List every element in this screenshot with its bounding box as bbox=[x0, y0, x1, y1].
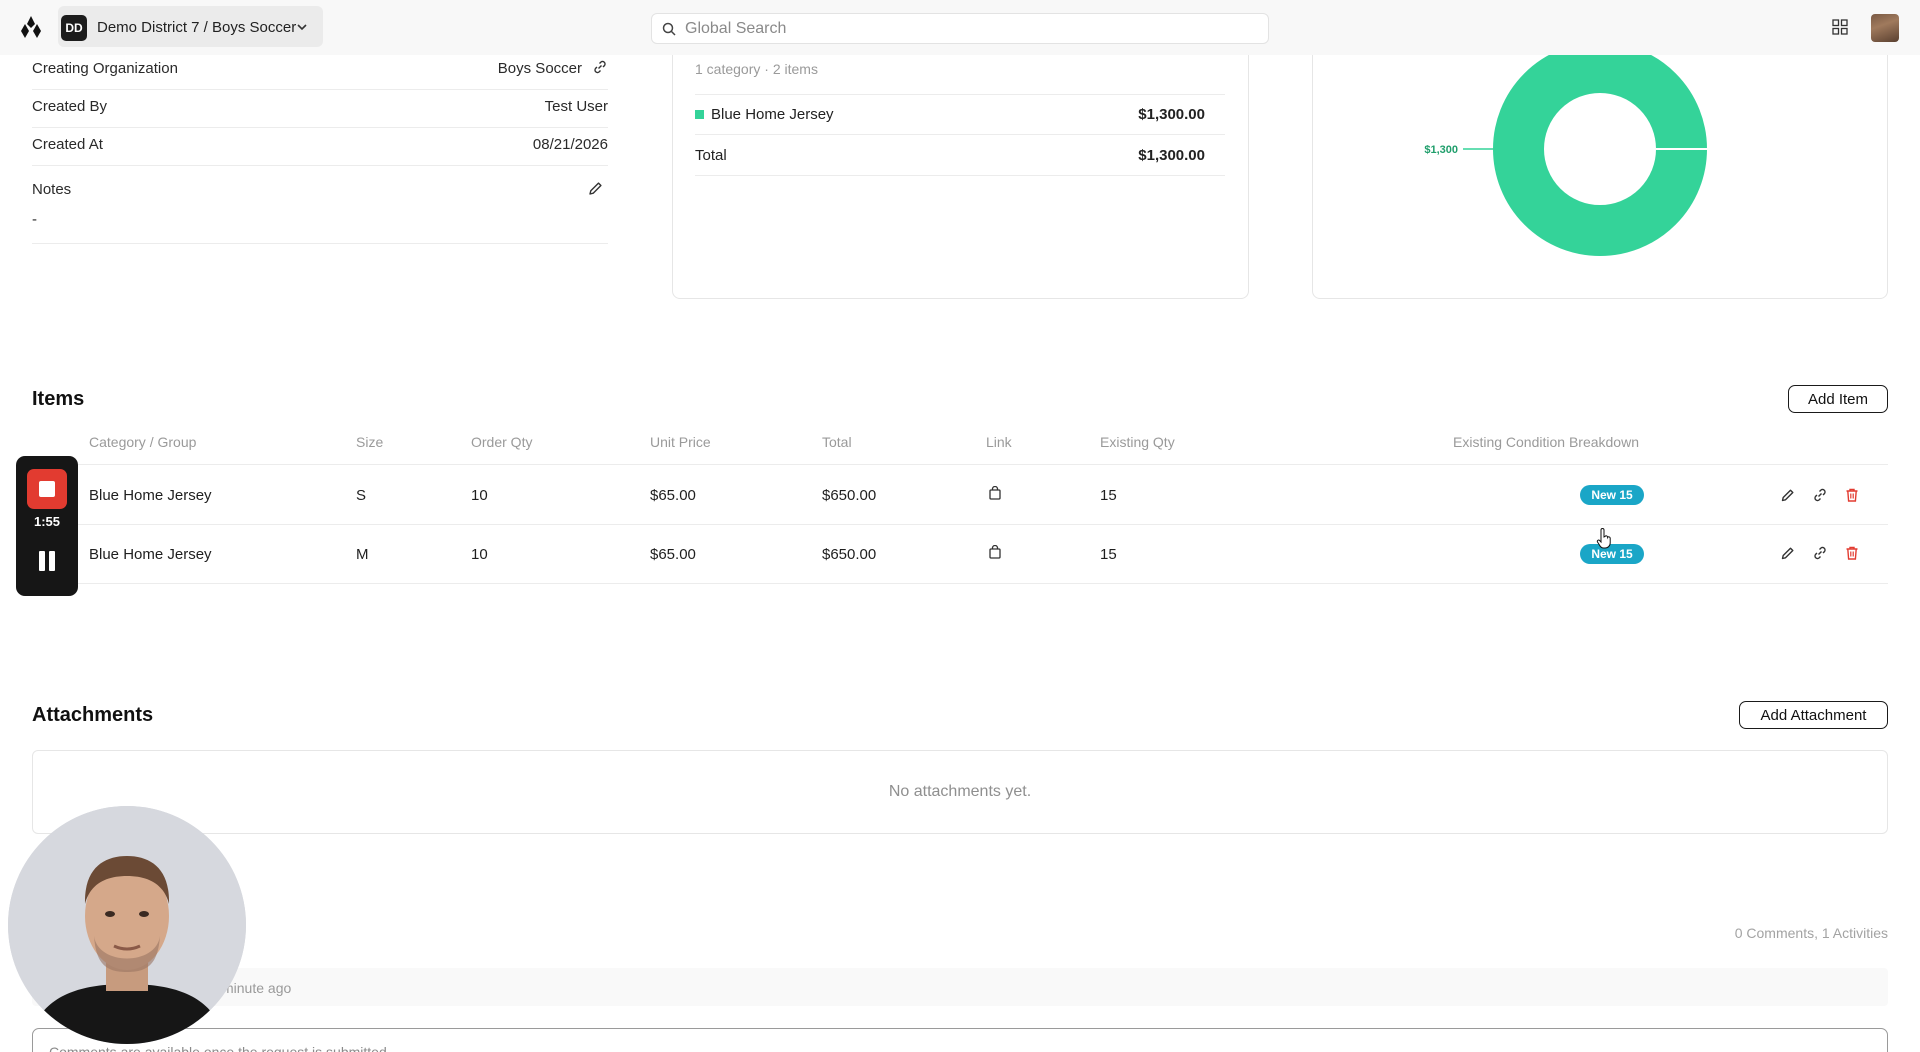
detail-row-created-at: Created At 08/21/2026 bbox=[32, 128, 608, 166]
search-input[interactable] bbox=[685, 18, 1245, 40]
budget-breakdown-card: 1 category · 2 items Blue Home Jersey $1… bbox=[672, 20, 1249, 299]
link-icon[interactable] bbox=[1812, 487, 1828, 503]
notes-value: - bbox=[32, 211, 37, 228]
activity-entry: minute ago bbox=[32, 968, 1888, 1006]
delete-icon[interactable] bbox=[1844, 545, 1860, 561]
link-icon[interactable] bbox=[1812, 545, 1828, 561]
slice-label: $1,300 bbox=[1424, 144, 1458, 156]
stop-recording-button[interactable] bbox=[27, 469, 67, 509]
condition-badge: New 15 bbox=[1580, 485, 1644, 505]
col-header-unit-price: Unit Price bbox=[650, 434, 711, 450]
edit-icon[interactable] bbox=[1780, 545, 1796, 561]
budget-category-amount: $1,300.00 bbox=[1138, 106, 1205, 123]
divider bbox=[695, 175, 1225, 176]
activity-counts: 0 Comments, 1 Activities bbox=[1734, 925, 1888, 941]
apps-grid-icon[interactable] bbox=[1832, 19, 1848, 35]
item-size: S bbox=[356, 487, 367, 504]
budget-category-name: Blue Home Jersey bbox=[711, 106, 834, 123]
donut-chart: $1,300 bbox=[1424, 42, 1707, 256]
divider bbox=[32, 524, 1888, 525]
webcam-bubble[interactable] bbox=[8, 806, 246, 1044]
screen-recorder-controls: 1:55 bbox=[16, 456, 78, 596]
delete-icon[interactable] bbox=[1844, 487, 1860, 503]
col-header-category: Category / Group bbox=[89, 434, 197, 450]
divider bbox=[32, 464, 1888, 465]
detail-label: Created At bbox=[32, 136, 103, 153]
request-details: Creating Organization Boys Soccer Create… bbox=[32, 52, 608, 244]
org-name: Demo District 7 / Boys Soccer bbox=[97, 19, 297, 36]
pause-icon[interactable] bbox=[38, 551, 56, 571]
budget-total-label: Total bbox=[695, 147, 727, 164]
attachments-empty-state: No attachments yet. bbox=[888, 783, 1032, 800]
chevron-down-icon bbox=[297, 24, 307, 31]
item-unit-price: $65.00 bbox=[650, 546, 696, 563]
col-header-order-qty: Order Qty bbox=[471, 434, 533, 450]
comment-input[interactable]: Comments are available once the request … bbox=[32, 1028, 1888, 1052]
item-existing-qty: 15 bbox=[1100, 546, 1117, 563]
app-logo-icon[interactable] bbox=[20, 15, 42, 39]
col-header-total: Total bbox=[822, 434, 852, 450]
detail-row-created-by: Created By Test User bbox=[32, 90, 608, 128]
item-order-qty: 10 bbox=[471, 546, 488, 563]
budget-summary: 1 category · 2 items bbox=[695, 61, 818, 77]
search-icon bbox=[662, 22, 676, 36]
add-attachment-button[interactable]: Add Attachment bbox=[1739, 701, 1888, 729]
edit-icon[interactable] bbox=[1780, 487, 1796, 503]
col-header-link: Link bbox=[986, 434, 1012, 450]
activity-timestamp: minute ago bbox=[222, 980, 292, 996]
shopping-bag-icon[interactable] bbox=[988, 545, 1002, 559]
detail-label: Creating Organization bbox=[32, 60, 178, 77]
detail-label: Created By bbox=[32, 98, 108, 115]
detail-row-creating-org: Creating Organization Boys Soccer bbox=[32, 52, 608, 90]
add-item-button[interactable]: Add Item bbox=[1788, 385, 1888, 413]
user-avatar[interactable] bbox=[1871, 14, 1899, 42]
item-unit-price: $65.00 bbox=[650, 487, 696, 504]
notes-block: Notes - bbox=[32, 166, 608, 244]
col-header-size: Size bbox=[356, 434, 384, 450]
divider bbox=[695, 134, 1225, 135]
attachments-list: No attachments yet. bbox=[32, 750, 1888, 834]
item-total: $650.00 bbox=[822, 487, 877, 504]
detail-value: Boys Soccer bbox=[497, 60, 582, 77]
divider bbox=[32, 583, 1888, 584]
item-total: $650.00 bbox=[822, 546, 877, 563]
shopping-bag-icon[interactable] bbox=[988, 486, 1002, 500]
attachments-title: Attachments bbox=[32, 704, 154, 726]
col-header-condition: Existing Condition Breakdown bbox=[1453, 434, 1639, 450]
mouse-pointer-icon bbox=[1596, 528, 1611, 549]
category-color-swatch bbox=[695, 110, 704, 119]
item-name: Blue Home Jersey bbox=[89, 487, 212, 504]
col-header-existing-qty: Existing Qty bbox=[1100, 434, 1175, 450]
top-bar: DD Demo District 7 / Boys Soccer bbox=[0, 0, 1920, 55]
detail-value: 08/21/2026 bbox=[532, 136, 608, 153]
presenter-video-image bbox=[8, 806, 246, 1044]
condition-badge: New 15 bbox=[1580, 544, 1644, 564]
budget-chart-card: $1,300 bbox=[1312, 20, 1888, 299]
org-avatar: DD bbox=[61, 15, 87, 41]
item-existing-qty: 15 bbox=[1100, 487, 1117, 504]
item-name: Blue Home Jersey bbox=[89, 546, 212, 563]
link-icon[interactable] bbox=[592, 59, 608, 75]
item-size: M bbox=[356, 546, 369, 563]
divider bbox=[695, 94, 1225, 95]
items-title: Items bbox=[32, 388, 85, 410]
org-switcher[interactable]: DD Demo District 7 / Boys Soccer bbox=[58, 6, 323, 47]
item-order-qty: 10 bbox=[471, 487, 488, 504]
recording-timer: 1:55 bbox=[33, 514, 61, 529]
edit-notes-icon[interactable] bbox=[587, 180, 604, 197]
detail-value: Test User bbox=[544, 98, 608, 115]
budget-total-amount: $1,300.00 bbox=[1138, 147, 1205, 164]
notes-label: Notes bbox=[32, 181, 72, 198]
global-search[interactable] bbox=[651, 13, 1269, 44]
comment-placeholder: Comments are available once the request … bbox=[49, 1044, 387, 1052]
